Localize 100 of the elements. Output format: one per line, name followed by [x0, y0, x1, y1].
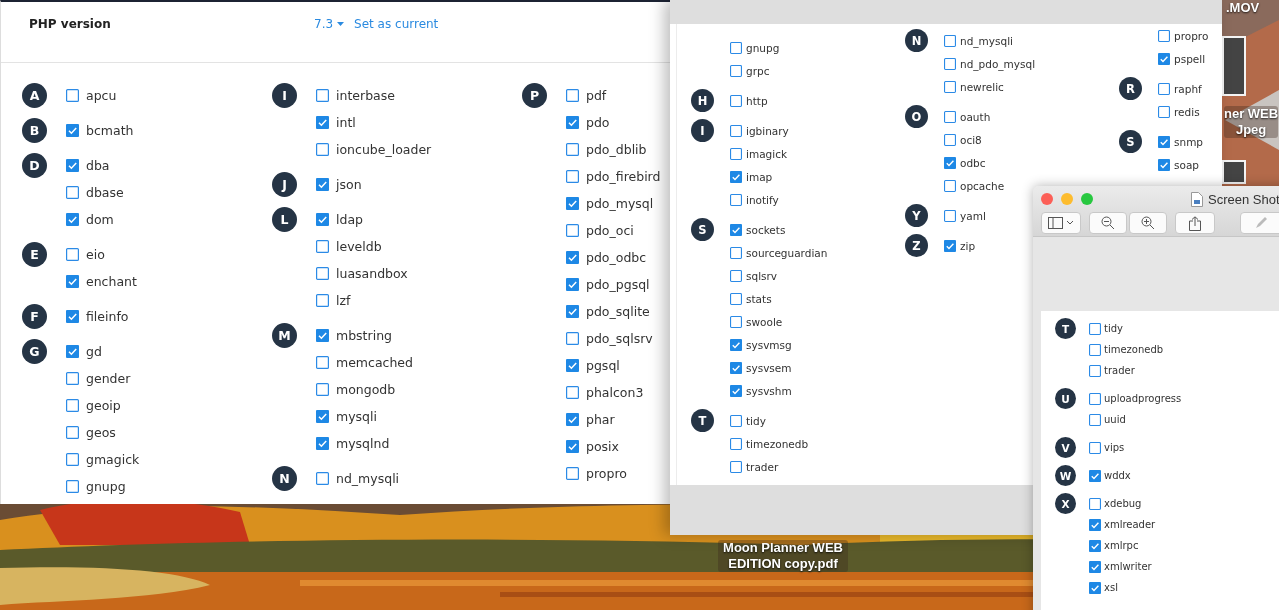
checkbox[interactable]	[1089, 539, 1101, 552]
checkbox[interactable]	[1158, 82, 1170, 95]
checkbox[interactable]	[66, 399, 79, 412]
checkbox[interactable]	[1158, 105, 1170, 118]
checkbox[interactable]	[1158, 135, 1170, 148]
checkbox[interactable]	[730, 246, 742, 259]
checkbox[interactable]	[566, 305, 579, 318]
file-thumbnail[interactable]	[1222, 36, 1246, 96]
checkbox[interactable]	[66, 372, 79, 385]
checkbox[interactable]	[66, 426, 79, 439]
checkbox[interactable]	[944, 209, 956, 222]
close-button[interactable]	[1041, 193, 1053, 205]
checkbox[interactable]	[1089, 392, 1101, 405]
checkbox[interactable]	[1089, 518, 1101, 531]
file-name[interactable]: ner WEB	[1224, 106, 1279, 122]
file-name[interactable]: Jpeg	[1235, 122, 1267, 138]
checkbox[interactable]	[66, 345, 79, 358]
checkbox[interactable]	[730, 437, 742, 450]
checkbox[interactable]	[66, 480, 79, 493]
checkbox[interactable]	[730, 124, 742, 137]
checkbox[interactable]	[1089, 343, 1101, 356]
zoom-out-button[interactable]	[1089, 212, 1127, 234]
checkbox[interactable]	[66, 159, 79, 172]
checkbox[interactable]	[316, 329, 329, 342]
checkbox[interactable]	[66, 89, 79, 102]
checkbox[interactable]	[66, 124, 79, 137]
checkbox[interactable]	[66, 213, 79, 226]
checkbox[interactable]	[566, 116, 579, 129]
share-button[interactable]	[1175, 212, 1215, 234]
checkbox[interactable]	[730, 41, 742, 54]
checkbox[interactable]	[316, 356, 329, 369]
checkbox[interactable]	[566, 170, 579, 183]
checkbox[interactable]	[730, 223, 742, 236]
checkbox[interactable]	[316, 116, 329, 129]
version-dropdown[interactable]: 7.3	[314, 15, 345, 33]
checkbox[interactable]	[1158, 52, 1170, 65]
checkbox[interactable]	[1089, 560, 1101, 573]
checkbox[interactable]	[66, 310, 79, 323]
checkbox[interactable]	[1089, 364, 1101, 377]
checkbox[interactable]	[944, 110, 956, 123]
checkbox[interactable]	[1089, 413, 1101, 426]
checkbox[interactable]	[1089, 322, 1101, 335]
file-thumbnail[interactable]	[1222, 160, 1246, 184]
checkbox[interactable]	[566, 332, 579, 345]
checkbox[interactable]	[566, 224, 579, 237]
checkbox[interactable]	[730, 170, 742, 183]
checkbox[interactable]	[1158, 29, 1170, 42]
checkbox[interactable]	[566, 467, 579, 480]
checkbox[interactable]	[944, 179, 956, 192]
checkbox[interactable]	[730, 64, 742, 77]
checkbox[interactable]	[566, 197, 579, 210]
checkbox[interactable]	[316, 89, 329, 102]
file-name[interactable]: EDITION copy.pdf	[728, 556, 838, 572]
checkbox[interactable]	[316, 410, 329, 423]
checkbox[interactable]	[566, 359, 579, 372]
checkbox[interactable]	[730, 269, 742, 282]
checkbox[interactable]	[730, 460, 742, 473]
checkbox[interactable]	[730, 94, 742, 107]
checkbox[interactable]	[566, 278, 579, 291]
checkbox[interactable]	[730, 338, 742, 351]
checkbox[interactable]	[1089, 581, 1101, 594]
set-current-link[interactable]: Set as current	[354, 15, 439, 33]
checkbox[interactable]	[1089, 469, 1101, 482]
checkbox[interactable]	[316, 472, 329, 485]
checkbox[interactable]	[730, 193, 742, 206]
checkbox[interactable]	[730, 384, 742, 397]
checkbox[interactable]	[730, 361, 742, 374]
checkbox[interactable]	[66, 275, 79, 288]
checkbox[interactable]	[316, 240, 329, 253]
file-name[interactable]: Moon Planner WEB	[723, 540, 843, 556]
checkbox[interactable]	[1158, 158, 1170, 171]
checkbox[interactable]	[316, 383, 329, 396]
zoom-button[interactable]	[1081, 193, 1093, 205]
checkbox[interactable]	[316, 267, 329, 280]
checkbox[interactable]	[566, 89, 579, 102]
checkbox[interactable]	[944, 57, 956, 70]
checkbox[interactable]	[316, 178, 329, 191]
markup-button[interactable]	[1240, 212, 1279, 234]
checkbox[interactable]	[944, 156, 956, 169]
checkbox[interactable]	[316, 143, 329, 156]
checkbox[interactable]	[566, 143, 579, 156]
checkbox[interactable]	[730, 414, 742, 427]
checkbox[interactable]	[730, 147, 742, 160]
checkbox[interactable]	[316, 437, 329, 450]
checkbox[interactable]	[944, 133, 956, 146]
checkbox[interactable]	[66, 453, 79, 466]
checkbox[interactable]	[66, 186, 79, 199]
checkbox[interactable]	[316, 213, 329, 226]
file-name[interactable]: .MOV	[1226, 0, 1260, 16]
checkbox[interactable]	[566, 251, 579, 264]
sidebar-button[interactable]	[1041, 212, 1081, 234]
checkbox[interactable]	[944, 34, 956, 47]
checkbox[interactable]	[66, 248, 79, 261]
checkbox[interactable]	[1089, 497, 1101, 510]
zoom-in-button[interactable]	[1129, 212, 1167, 234]
checkbox[interactable]	[566, 386, 579, 399]
checkbox[interactable]	[730, 315, 742, 328]
checkbox[interactable]	[566, 413, 579, 426]
checkbox[interactable]	[944, 239, 956, 252]
checkbox[interactable]	[944, 80, 956, 93]
